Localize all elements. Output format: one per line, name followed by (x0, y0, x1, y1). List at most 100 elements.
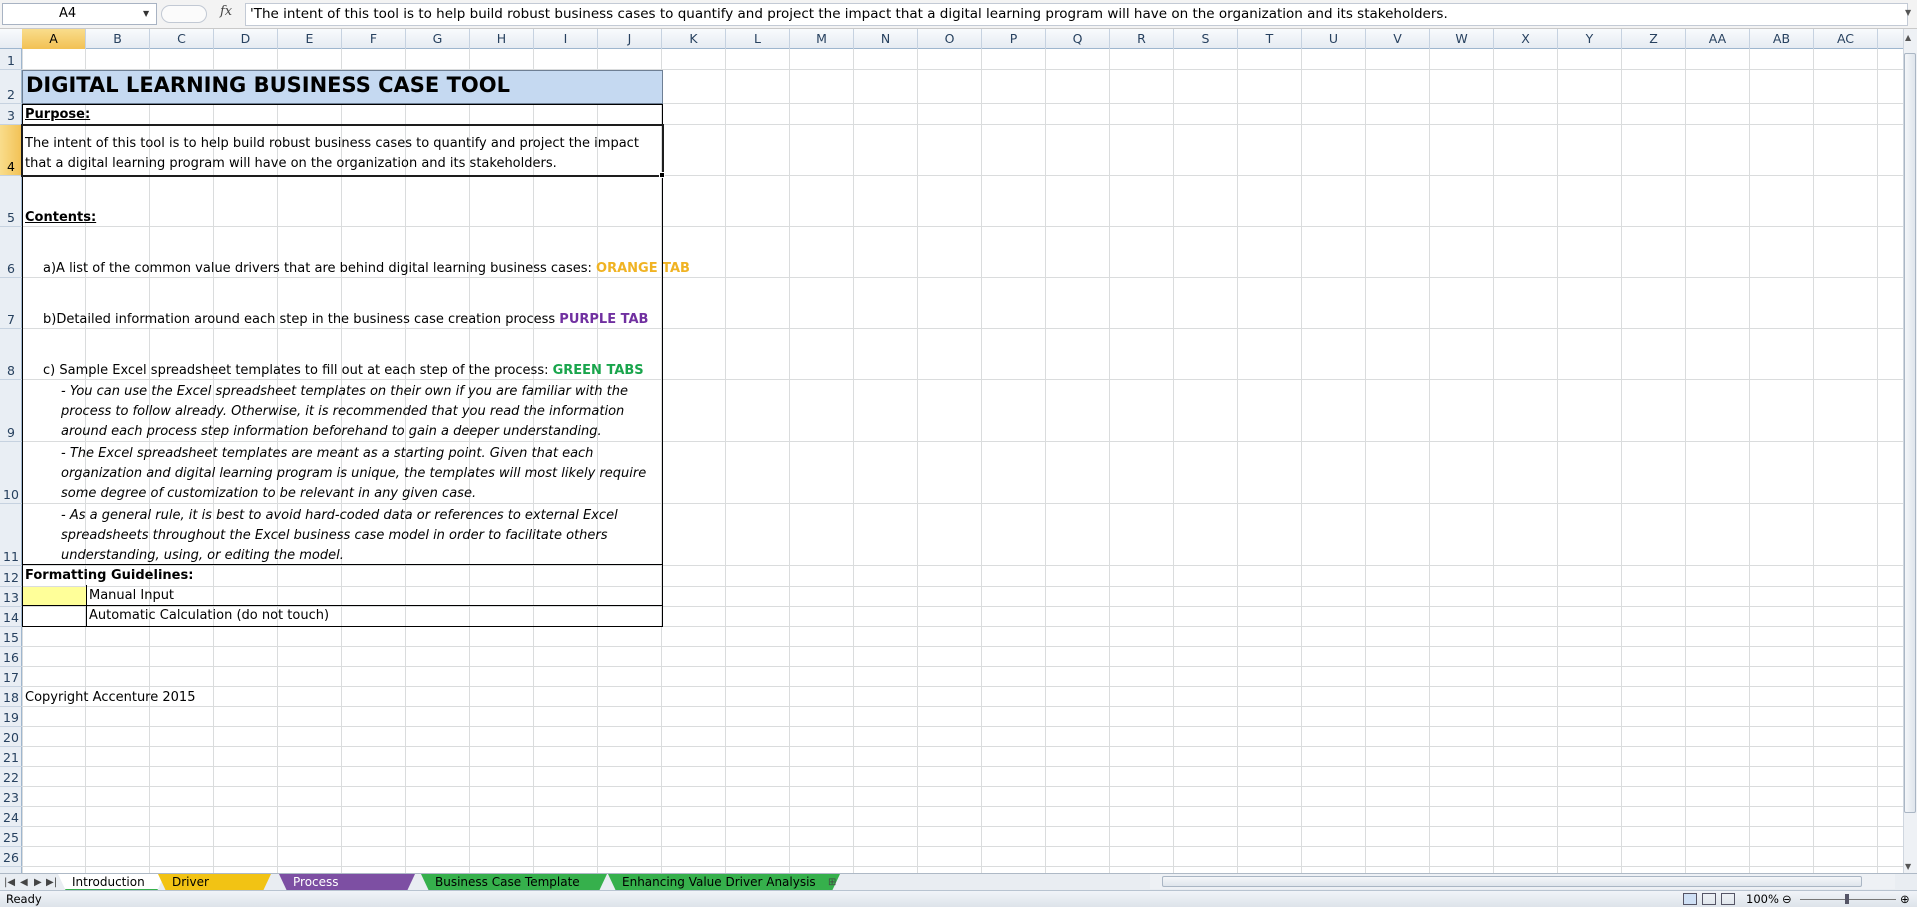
column-header-A[interactable]: A (22, 29, 86, 49)
gridline-horizontal (22, 226, 1903, 227)
green-tabs-tag: GREEN TABS (552, 363, 644, 378)
column-header-J[interactable]: J (598, 29, 662, 49)
orange-tab-tag: ORANGE TAB (596, 261, 690, 276)
column-header-F[interactable]: F (342, 29, 406, 49)
gridline-horizontal (22, 806, 1903, 807)
last-sheet-icon[interactable]: ▶| (46, 874, 57, 891)
column-header-C[interactable]: C (150, 29, 214, 49)
row-header-8[interactable]: 8 (0, 329, 22, 380)
column-header-M[interactable]: M (790, 29, 854, 49)
row-header-26[interactable]: 26 (0, 847, 22, 867)
gridline-horizontal (22, 606, 1903, 607)
next-sheet-icon[interactable]: ▶ (34, 874, 42, 891)
row-header-16[interactable]: 16 (0, 647, 22, 667)
formula-bar-splitter[interactable] (161, 5, 207, 23)
row-header-24[interactable]: 24 (0, 807, 22, 827)
row-header-20[interactable]: 20 (0, 727, 22, 747)
row-header-12[interactable]: 12 (0, 566, 22, 587)
scroll-down-icon[interactable]: ▼ (1905, 862, 1911, 871)
sheet-tab-enhancing-value-driver-analysis[interactable]: Enhancing Value Driver Analysis (608, 874, 840, 891)
vertical-scroll-thumb[interactable] (1904, 53, 1916, 813)
column-header-N[interactable]: N (854, 29, 918, 49)
row-header-11[interactable]: 11 (0, 504, 22, 566)
formula-input[interactable]: 'The intent of this tool is to help buil… (245, 3, 1908, 26)
gridline-vertical (1429, 49, 1430, 873)
expand-formula-bar-icon[interactable]: ▼ (1905, 8, 1911, 17)
row-header-15[interactable]: 15 (0, 627, 22, 647)
row-header-4[interactable]: 4 (0, 125, 22, 176)
row-header-7[interactable]: 7 (0, 278, 22, 329)
column-header-X[interactable]: X (1494, 29, 1558, 49)
row-header-5[interactable]: 5 (0, 176, 22, 227)
column-header-L[interactable]: L (726, 29, 790, 49)
prev-sheet-icon[interactable]: ◀ (20, 874, 28, 891)
first-sheet-icon[interactable]: |◀ (4, 874, 15, 891)
row-header-13[interactable]: 13 (0, 587, 22, 607)
column-header-Z[interactable]: Z (1622, 29, 1686, 49)
column-header-G[interactable]: G (406, 29, 470, 49)
row-header-21[interactable]: 21 (0, 747, 22, 767)
row-header-18[interactable]: 18 (0, 687, 22, 707)
row-header-3[interactable]: 3 (0, 104, 22, 125)
sheet-tab-introduction[interactable]: Introduction (58, 874, 165, 891)
row-header-2[interactable]: 2 (0, 70, 22, 104)
horizontal-scroll-thumb[interactable] (1162, 876, 1862, 887)
column-header-K[interactable]: K (662, 29, 726, 49)
row-header-9[interactable]: 9 (0, 380, 22, 442)
row-header-23[interactable]: 23 (0, 787, 22, 807)
column-header-P[interactable]: P (982, 29, 1046, 49)
column-header-U[interactable]: U (1302, 29, 1366, 49)
fill-handle[interactable] (659, 172, 665, 178)
column-header-B[interactable]: B (86, 29, 150, 49)
row-header-10[interactable]: 10 (0, 442, 22, 504)
purpose-text[interactable]: The intent of this tool is to help build… (25, 134, 657, 174)
chevron-down-icon[interactable]: ▼ (143, 9, 149, 18)
gridline-horizontal (22, 646, 1903, 647)
sheet-tab-process-instructions[interactable]: Process Instructions (279, 874, 415, 891)
column-header-AA[interactable]: AA (1686, 29, 1750, 49)
gridline-vertical (1749, 49, 1750, 873)
gridline-vertical (1173, 49, 1174, 873)
scroll-up-icon[interactable]: ▲ (1905, 33, 1911, 42)
zoom-level[interactable]: 100% (1746, 891, 1779, 907)
zoom-in-icon[interactable]: ⊕ (1900, 891, 1910, 907)
column-header-T[interactable]: T (1238, 29, 1302, 49)
gridline-horizontal (22, 826, 1903, 827)
column-header-Q[interactable]: Q (1046, 29, 1110, 49)
page-layout-view-icon[interactable] (1702, 893, 1716, 905)
row-header-19[interactable]: 19 (0, 707, 22, 727)
row-header-25[interactable]: 25 (0, 827, 22, 847)
gridline-vertical (981, 49, 982, 873)
row-header-22[interactable]: 22 (0, 767, 22, 787)
column-header-Y[interactable]: Y (1558, 29, 1622, 49)
column-header-E[interactable]: E (278, 29, 342, 49)
normal-view-icon[interactable] (1683, 893, 1697, 905)
sheet-tab-business-case-template-core[interactable]: Business Case Template Core (421, 874, 607, 891)
insert-function-icon[interactable]: fx (220, 4, 232, 19)
column-header-D[interactable]: D (214, 29, 278, 49)
purple-tab-tag: PURPLE TAB (559, 312, 649, 327)
gridline-vertical (1685, 49, 1686, 873)
gridline-vertical (725, 49, 726, 873)
column-header-W[interactable]: W (1430, 29, 1494, 49)
row-header-14[interactable]: 14 (0, 607, 22, 627)
column-header-AB[interactable]: AB (1750, 29, 1814, 49)
contents-label: Contents: (25, 210, 97, 225)
sheet-tab-driver-definitions[interactable]: Driver Definitions (158, 874, 271, 891)
row-header-17[interactable]: 17 (0, 667, 22, 687)
column-header-AC[interactable]: AC (1814, 29, 1878, 49)
name-box[interactable]: A4 (2, 3, 157, 25)
column-header-I[interactable]: I (534, 29, 598, 49)
row-header-1[interactable]: 1 (0, 49, 22, 70)
column-header-R[interactable]: R (1110, 29, 1174, 49)
zoom-out-icon[interactable]: ⊖ (1782, 891, 1792, 907)
row-header-6[interactable]: 6 (0, 227, 22, 278)
zoom-slider-thumb[interactable] (1845, 894, 1849, 904)
column-header-V[interactable]: V (1366, 29, 1430, 49)
column-header-S[interactable]: S (1174, 29, 1238, 49)
insert-sheet-icon[interactable]: ⊞ (828, 874, 836, 891)
column-header-H[interactable]: H (470, 29, 534, 49)
column-header-O[interactable]: O (918, 29, 982, 49)
status-bar: Ready 100% ⊖ ⊕ (0, 890, 1917, 907)
page-break-view-icon[interactable] (1721, 893, 1735, 905)
